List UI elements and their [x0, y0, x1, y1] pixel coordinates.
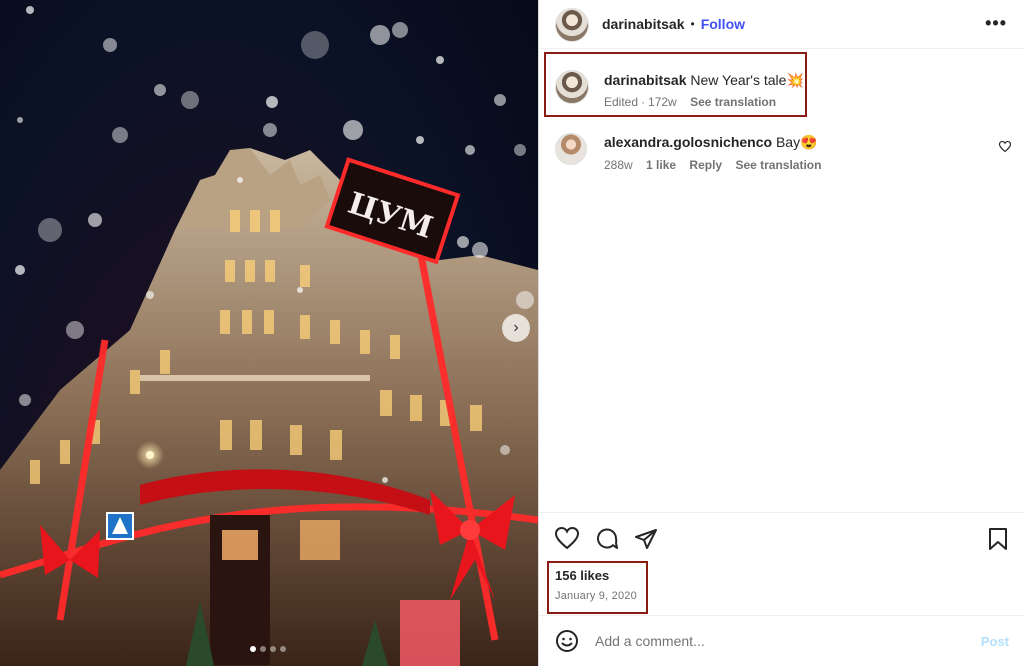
follow-button[interactable]: Follow — [701, 16, 745, 32]
comment-likes[interactable]: 1 like — [646, 158, 676, 172]
comment-reply[interactable]: Reply — [689, 158, 722, 172]
photo-illustration: ЦУМ — [0, 6, 538, 666]
carousel-dot — [280, 646, 286, 652]
comment-emoji: 😍 — [800, 134, 818, 150]
header-separator: • — [690, 17, 695, 31]
caption: darinabitsak New Year's tale💥 — [604, 72, 804, 89]
caption-meta: Edited · 172w See translation — [604, 95, 786, 109]
post-side-panel: darinabitsak • Follow ••• darinabitsak N… — [538, 0, 1024, 666]
carousel-next-button[interactable]: › — [502, 314, 530, 342]
comment: alexandra.golosnichenco Bay😍 — [604, 134, 818, 151]
post-header: darinabitsak • Follow ••• — [539, 0, 1024, 49]
carousel-dots — [250, 646, 286, 652]
caption-age[interactable]: 172w — [648, 95, 677, 109]
carousel-dot — [250, 646, 256, 652]
caption-see-translation[interactable]: See translation — [690, 95, 776, 109]
caption-username[interactable]: darinabitsak — [604, 72, 686, 88]
like-heart-icon[interactable] — [554, 526, 580, 554]
caption-edited: Edited — [604, 95, 639, 109]
post-photo[interactable]: ЦУМ › — [0, 0, 538, 666]
author-avatar[interactable] — [555, 8, 589, 42]
author-username[interactable]: darinabitsak — [602, 16, 684, 32]
caption-emoji: 💥 — [786, 72, 804, 88]
comment-bubble-icon[interactable] — [595, 527, 619, 556]
caption-avatar[interactable] — [555, 70, 589, 104]
comment-meta: 288w 1 like Reply See translation — [604, 158, 831, 172]
carousel-dot — [260, 646, 266, 652]
bookmark-icon[interactable] — [988, 527, 1008, 556]
more-horizontal-icon[interactable]: ••• — [985, 13, 1007, 34]
carousel-dot — [270, 646, 276, 652]
caption-dot: · — [641, 95, 646, 109]
action-bar — [539, 512, 1024, 567]
comment-text: Bay — [775, 134, 801, 150]
caption-text: New Year's tale — [690, 72, 787, 88]
emoji-smiley-icon[interactable] — [555, 629, 579, 658]
comment-composer: Post — [539, 615, 1024, 667]
chevron-right-icon: › — [513, 319, 519, 336]
comment-age[interactable]: 288w — [604, 158, 633, 172]
comment-username[interactable]: alexandra.golosnichenco — [604, 134, 772, 150]
likes-count[interactable]: 156 likes — [555, 568, 609, 583]
share-paper-plane-icon[interactable] — [634, 527, 658, 556]
comment-see-translation[interactable]: See translation — [735, 158, 821, 172]
comment-input[interactable] — [593, 632, 957, 650]
comment-like-heart-icon[interactable] — [998, 140, 1012, 155]
author-line: darinabitsak • Follow — [602, 16, 745, 32]
post-date: January 9, 2020 — [555, 590, 637, 602]
commenter-avatar[interactable] — [555, 133, 587, 165]
post-comment-button[interactable]: Post — [981, 634, 1009, 649]
